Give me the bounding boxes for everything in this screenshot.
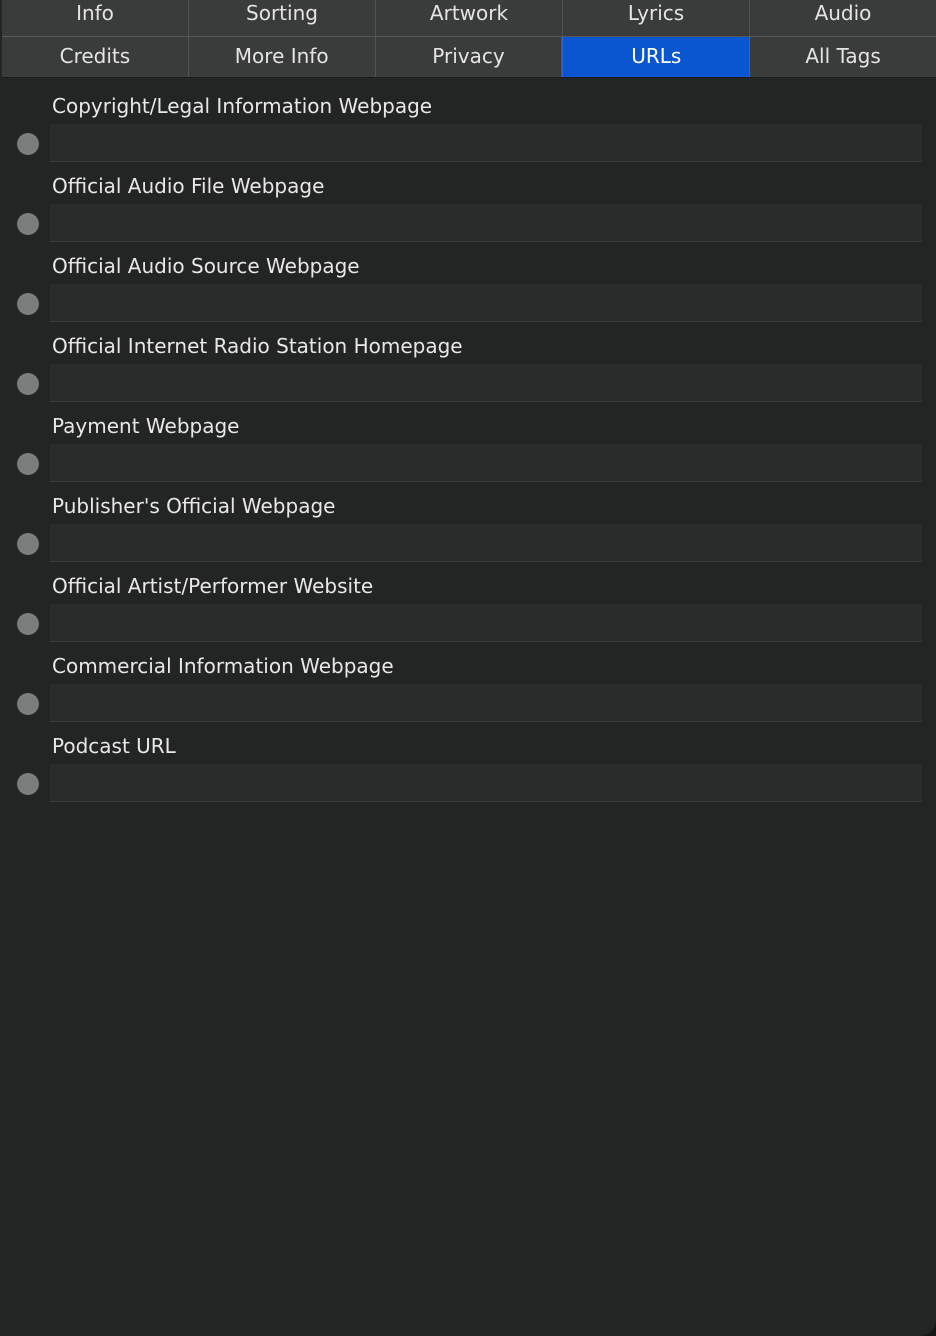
tab-info[interactable]: Info bbox=[2, 0, 189, 36]
field-status-indicator[interactable] bbox=[17, 613, 39, 635]
tab-more-info[interactable]: More Info bbox=[188, 37, 376, 77]
payment-webpage-input[interactable] bbox=[50, 444, 922, 482]
tab-urls[interactable]: URLs bbox=[562, 37, 751, 77]
field-status-indicator[interactable] bbox=[17, 133, 39, 155]
field-label: Official Artist/Performer Website bbox=[52, 574, 374, 598]
field-status-indicator[interactable] bbox=[17, 293, 39, 315]
field-label: Copyright/Legal Information Webpage bbox=[52, 94, 433, 118]
field-status-indicator[interactable] bbox=[17, 213, 39, 235]
tab-bar: Info Sorting Artwork Lyrics Audio Credit… bbox=[2, 0, 936, 78]
tab-lyrics[interactable]: Lyrics bbox=[563, 0, 750, 36]
field-payment-webpage: Payment Webpage bbox=[0, 398, 936, 482]
field-label: Official Internet Radio Station Homepage bbox=[52, 334, 463, 358]
field-official-audio-source-webpage: Official Audio Source Webpage bbox=[0, 238, 936, 322]
field-artist-performer-website: Official Artist/Performer Website bbox=[0, 558, 936, 642]
url-fields-list: Copyright/Legal Information Webpage Offi… bbox=[0, 78, 936, 802]
field-status-indicator[interactable] bbox=[17, 693, 39, 715]
tab-row-top: Info Sorting Artwork Lyrics Audio bbox=[2, 0, 936, 36]
official-audio-source-webpage-input[interactable] bbox=[50, 284, 922, 322]
tab-all-tags[interactable]: All Tags bbox=[750, 37, 936, 77]
field-label: Publisher's Official Webpage bbox=[52, 494, 336, 518]
field-label: Official Audio File Webpage bbox=[52, 174, 325, 198]
field-status-indicator[interactable] bbox=[17, 373, 39, 395]
field-commercial-information-webpage: Commercial Information Webpage bbox=[0, 638, 936, 722]
tab-artwork[interactable]: Artwork bbox=[376, 0, 563, 36]
internet-radio-homepage-input[interactable] bbox=[50, 364, 922, 402]
field-label: Payment Webpage bbox=[52, 414, 240, 438]
field-copyright-legal-webpage: Copyright/Legal Information Webpage bbox=[0, 78, 936, 162]
commercial-information-webpage-input[interactable] bbox=[50, 684, 922, 722]
tag-editor-window: Info Sorting Artwork Lyrics Audio Credit… bbox=[0, 0, 936, 1336]
field-label: Official Audio Source Webpage bbox=[52, 254, 360, 278]
field-publisher-webpage: Publisher's Official Webpage bbox=[0, 478, 936, 562]
field-podcast-url: Podcast URL bbox=[0, 718, 936, 802]
official-audio-file-webpage-input[interactable] bbox=[50, 204, 922, 242]
field-status-indicator[interactable] bbox=[17, 533, 39, 555]
field-status-indicator[interactable] bbox=[17, 773, 39, 795]
field-internet-radio-homepage: Official Internet Radio Station Homepage bbox=[0, 318, 936, 402]
tab-privacy[interactable]: Privacy bbox=[375, 37, 563, 77]
artist-performer-website-input[interactable] bbox=[50, 604, 922, 642]
tab-row-bottom: Credits More Info Privacy URLs All Tags bbox=[2, 37, 936, 77]
field-label: Commercial Information Webpage bbox=[52, 654, 394, 678]
field-status-indicator[interactable] bbox=[17, 453, 39, 475]
podcast-url-input[interactable] bbox=[50, 764, 922, 802]
tab-sorting[interactable]: Sorting bbox=[189, 0, 376, 36]
copyright-legal-webpage-input[interactable] bbox=[50, 124, 922, 162]
tab-credits[interactable]: Credits bbox=[2, 37, 189, 77]
publisher-webpage-input[interactable] bbox=[50, 524, 922, 562]
tab-audio[interactable]: Audio bbox=[750, 0, 936, 36]
field-label: Podcast URL bbox=[52, 734, 176, 758]
field-official-audio-file-webpage: Official Audio File Webpage bbox=[0, 158, 936, 242]
